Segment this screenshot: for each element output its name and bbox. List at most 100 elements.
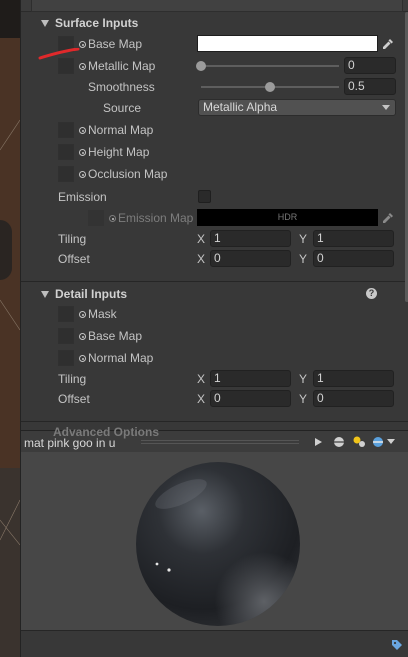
material-preview[interactable]: [20, 452, 408, 630]
occlusion-map-row: Occlusion Map: [21, 164, 408, 184]
eyedropper-icon[interactable]: [380, 209, 396, 226]
object-picker-icon[interactable]: [79, 333, 86, 340]
normal-map-row: Normal Map: [21, 120, 408, 140]
mask-texture-slot[interactable]: [58, 306, 74, 322]
tiling-x-field[interactable]: 1: [210, 230, 291, 247]
detail-offset-x-label: X: [197, 392, 206, 406]
detail-offset-x-field[interactable]: 0: [210, 390, 291, 407]
mask-label[interactable]: Mask: [79, 307, 117, 321]
tiling-row: Tiling X 1 Y 1: [21, 229, 408, 249]
occlusion-map-texture-slot[interactable]: [58, 166, 74, 182]
normal-map-label[interactable]: Normal Map: [79, 123, 153, 137]
height-map-texture-slot[interactable]: [58, 144, 74, 160]
object-picker-icon[interactable]: [79, 127, 86, 134]
smoothness-row: Smoothness 0.5: [21, 77, 408, 97]
preview-toolbar: Advanced Options mat pink goo in u: [20, 425, 408, 452]
section-divider: [21, 421, 408, 422]
base-map-label[interactable]: Base Map: [79, 37, 142, 51]
object-picker-icon[interactable]: [79, 63, 86, 70]
emission-label: Emission: [58, 190, 107, 204]
preview-title: mat pink goo in u: [24, 436, 116, 450]
tiling-x-label: X: [197, 232, 206, 246]
eyedropper-icon[interactable]: [380, 35, 396, 52]
offset-x-field[interactable]: 0: [210, 250, 291, 267]
sphere-icon[interactable]: [330, 434, 348, 450]
preview-drag-handle[interactable]: [141, 440, 299, 444]
detail-offset-y-field[interactable]: 0: [313, 390, 394, 407]
metallic-value-field[interactable]: 0: [344, 57, 396, 74]
object-picker-icon[interactable]: [79, 311, 86, 318]
object-picker-icon[interactable]: [79, 149, 86, 156]
detail-base-map-texture-slot[interactable]: [58, 328, 74, 344]
dropdown-icon[interactable]: [385, 434, 397, 450]
detail-offset-y-label: Y: [299, 392, 308, 406]
detail-normal-map-row: Normal Map: [21, 348, 408, 368]
smoothness-slider-handle[interactable]: [265, 82, 275, 92]
detail-tiling-x-label: X: [197, 372, 206, 386]
offset-x-label: X: [197, 252, 206, 266]
detail-base-map-label[interactable]: Base Map: [79, 329, 142, 343]
object-picker-icon[interactable]: [79, 171, 86, 178]
source-dropdown-value: Metallic Alpha: [203, 100, 278, 114]
object-picker-icon[interactable]: [79, 355, 86, 362]
detail-offset-label: Offset: [58, 392, 90, 406]
emission-map-texture-slot[interactable]: [88, 210, 104, 226]
mask-row: Mask: [21, 304, 408, 324]
detail-normal-map-texture-slot[interactable]: [58, 350, 74, 366]
detail-inputs-foldout[interactable]: Detail Inputs ?: [21, 284, 407, 304]
scene-view-edge: [0, 0, 20, 657]
metallic-slider-track[interactable]: [201, 65, 339, 67]
tiling-label: Tiling: [58, 232, 87, 246]
detail-base-map-row: Base Map: [21, 326, 408, 346]
light-icon[interactable]: [350, 434, 368, 450]
detail-tiling-y-label: Y: [299, 372, 308, 386]
detail-tiling-row: Tiling X 1 Y 1: [21, 369, 408, 389]
surface-inputs-foldout[interactable]: Surface Inputs: [21, 13, 407, 33]
surface-inputs-title: Surface Inputs: [55, 16, 139, 30]
height-map-label[interactable]: Height Map: [79, 145, 149, 159]
metallic-map-label[interactable]: Metallic Map: [79, 59, 155, 73]
inspector-footer: [20, 630, 408, 657]
preview-sphere: [136, 462, 300, 626]
material-inspector: Surface Inputs Base Map Metallic Map 0 S…: [20, 0, 408, 430]
smoothness-label: Smoothness: [88, 80, 155, 94]
tiling-y-label: Y: [299, 232, 308, 246]
help-icon[interactable]: ?: [366, 288, 377, 299]
chevron-down-icon: [382, 105, 390, 110]
inspector-top-strip: [21, 0, 408, 12]
offset-row: Offset X 0 Y 0: [21, 249, 408, 269]
scene-grid-lines: [0, 119, 20, 546]
emission-map-label[interactable]: Emission Map: [109, 211, 193, 225]
play-icon[interactable]: [309, 434, 327, 450]
object-picker-icon[interactable]: [79, 41, 86, 48]
emission-color-field[interactable]: HDR: [197, 209, 378, 226]
detail-tiling-x-field[interactable]: 1: [210, 370, 291, 387]
offset-label: Offset: [58, 252, 90, 266]
foldout-arrow-icon: [41, 19, 49, 27]
emission-row: Emission: [21, 187, 408, 207]
asset-label-icon[interactable]: [391, 639, 403, 654]
detail-inputs-title: Detail Inputs: [55, 287, 128, 301]
source-dropdown[interactable]: Metallic Alpha: [198, 99, 396, 116]
smoothness-value-field[interactable]: 0.5: [344, 78, 396, 95]
offset-y-field[interactable]: 0: [313, 250, 394, 267]
detail-tiling-label: Tiling: [58, 372, 87, 386]
height-map-row: Height Map: [21, 142, 408, 162]
detail-normal-map-label[interactable]: Normal Map: [79, 351, 153, 365]
object-picker-icon[interactable]: [109, 215, 116, 222]
base-color-field[interactable]: [197, 35, 378, 52]
detail-tiling-y-field[interactable]: 1: [313, 370, 394, 387]
normal-map-texture-slot[interactable]: [58, 122, 74, 138]
emission-checkbox[interactable]: [198, 190, 211, 203]
source-label: Source: [103, 101, 142, 115]
detail-offset-row: Offset X 0 Y 0: [21, 389, 408, 409]
occlusion-map-label[interactable]: Occlusion Map: [79, 167, 167, 181]
metallic-slider-handle[interactable]: [196, 61, 206, 71]
red-annotation-mark: [38, 48, 80, 60]
foldout-arrow-icon: [41, 290, 49, 298]
section-divider: [21, 281, 408, 282]
source-row: Source Metallic Alpha: [21, 98, 408, 118]
tiling-y-field[interactable]: 1: [313, 230, 394, 247]
offset-y-label: Y: [299, 252, 308, 266]
emission-map-row: Emission Map HDR: [21, 208, 408, 228]
